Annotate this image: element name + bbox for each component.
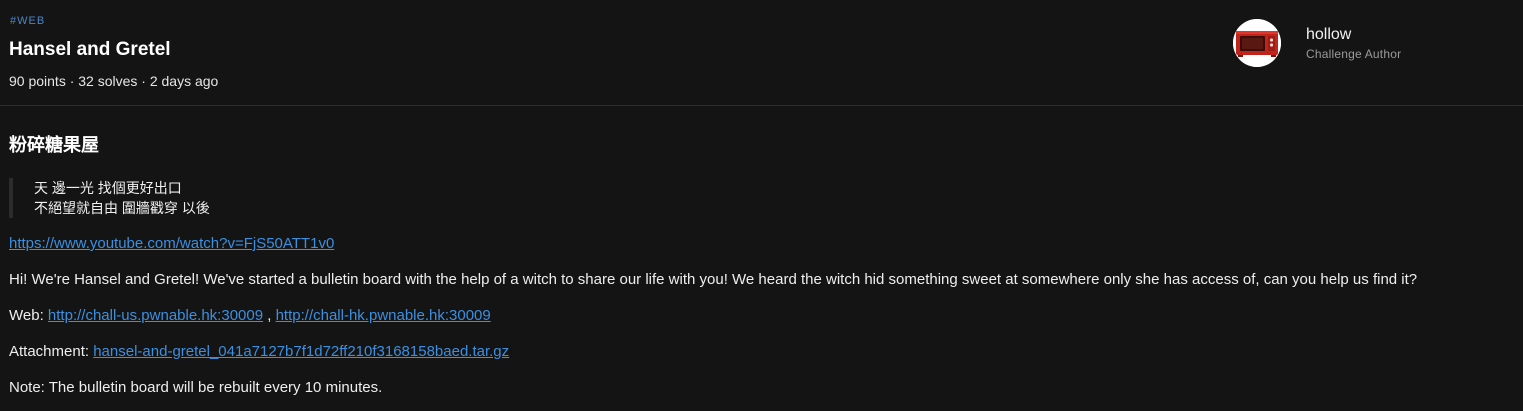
author-name[interactable]: hollow bbox=[1306, 26, 1351, 44]
quote-line: 不絕望就自由 圍牆戳穿 以後 bbox=[34, 200, 210, 216]
note-paragraph: Note: The bulletin board will be rebuilt… bbox=[9, 379, 383, 396]
youtube-link[interactable]: https://www.youtube.com/watch?v=FjS50ATT… bbox=[9, 235, 334, 252]
challenge-title: Hansel and Gretel bbox=[9, 39, 171, 60]
avatar[interactable] bbox=[1233, 19, 1281, 67]
attachment-link[interactable]: hansel-and-gretel_041a7127b7f1d72ff210f3… bbox=[93, 343, 509, 360]
category-tag[interactable]: #WEB bbox=[10, 15, 45, 27]
attachment-paragraph: Attachment: hansel-and-gretel_041a7127b7… bbox=[9, 342, 1523, 362]
web-link-us[interactable]: http://chall-us.pwnable.hk:30009 bbox=[48, 307, 263, 324]
microwave-icon bbox=[1233, 19, 1281, 67]
challenge-description: 粉碎糖果屋 天 邊一光 找個更好出口 不絕望就自由 圍牆戳穿 以後 https:… bbox=[9, 134, 1523, 398]
challenge-meta: 90 points · 32 solves · 2 days ago bbox=[9, 73, 219, 89]
web-paragraph: Web: http://chall-us.pwnable.hk:30009 , … bbox=[9, 306, 1523, 326]
youtube-paragraph: https://www.youtube.com/watch?v=FjS50ATT… bbox=[9, 234, 1523, 254]
description-heading: 粉碎糖果屋 bbox=[9, 135, 99, 155]
web-link-hk[interactable]: http://chall-hk.pwnable.hk:30009 bbox=[276, 307, 491, 324]
challenge-header: #WEB Hansel and Gretel 90 points · 32 so… bbox=[0, 0, 1523, 106]
author-role: Challenge Author bbox=[1306, 47, 1402, 61]
web-label: Web: bbox=[9, 307, 44, 324]
description-body: Hi! We're Hansel and Gretel! We've start… bbox=[9, 271, 1418, 288]
challenge-page: #WEB Hansel and Gretel 90 points · 32 so… bbox=[0, 0, 1523, 411]
attachment-label: Attachment: bbox=[9, 343, 90, 360]
lyrics-blockquote: 天 邊一光 找個更好出口 不絕望就自由 圍牆戳穿 以後 bbox=[9, 178, 1523, 218]
quote-line: 天 邊一光 找個更好出口 bbox=[34, 180, 182, 196]
web-separator: , bbox=[267, 307, 272, 324]
